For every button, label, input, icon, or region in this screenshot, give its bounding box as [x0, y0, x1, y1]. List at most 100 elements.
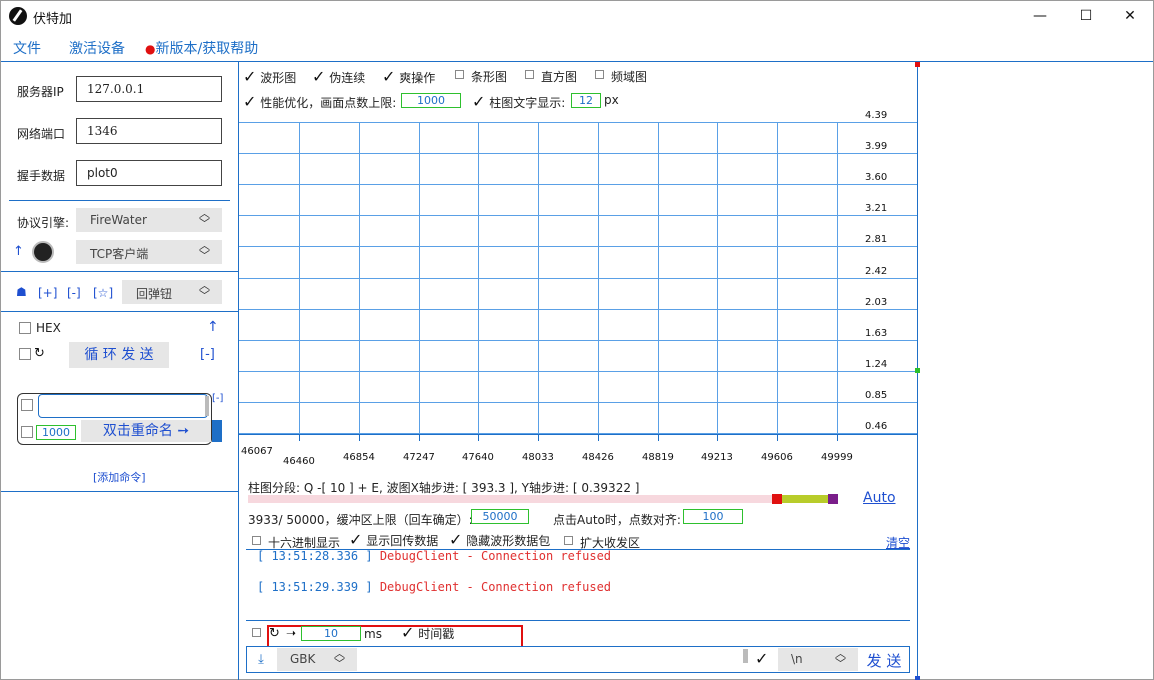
command-scrollbar[interactable] — [205, 396, 209, 416]
checkmark-icon: ✓ — [312, 67, 326, 86]
upload-arrow-icon[interactable]: ↑ — [13, 244, 24, 259]
close-button[interactable]: ✕ — [1107, 1, 1153, 32]
rebound-button-select[interactable]: 回弹钮 ︿ ﹀ — [122, 280, 222, 304]
x-tick-mark — [299, 434, 300, 441]
command-interval-input[interactable]: 1000 — [36, 425, 76, 440]
receive-log[interactable]: [ 13:51:28.336 ] DebugClient - Connectio… — [246, 550, 910, 620]
hex-display-checkbox[interactable] — [252, 536, 261, 545]
resize-handle-bottom[interactable] — [915, 676, 920, 680]
freq-label: 频域图 — [611, 70, 648, 84]
freq-checkbox[interactable] — [595, 70, 604, 79]
loop-icon: ↻ — [269, 626, 280, 641]
chevron-updown-icon: ︿ ﹀ — [835, 647, 846, 670]
y-tick-label: 4.39 — [865, 110, 888, 121]
encoding-select[interactable]: GBK ︿ ﹀ — [277, 648, 357, 671]
align-points-input[interactable]: 100 — [683, 509, 743, 524]
newline-select[interactable]: \n ︿ ﹀ — [778, 648, 858, 671]
x-axis-line — [239, 434, 917, 435]
checkmark-icon: ✓ — [349, 530, 363, 549]
send-interval-input[interactable]: 10 — [301, 626, 361, 641]
menu-activate-device[interactable]: 激活设备 — [69, 38, 125, 58]
bar-text-option[interactable]: ✓ 柱图文字显示: — [472, 92, 565, 111]
timestamp-option[interactable]: ✓ 时间戳 — [401, 623, 454, 642]
waveform-label: 波形图 — [260, 71, 297, 85]
port-input[interactable]: 1346 — [76, 118, 222, 144]
chevron-updown-icon: ︿ ﹀ — [199, 239, 210, 262]
crazy-op-option[interactable]: ✓ 爽操作 — [382, 67, 435, 86]
menu-update-label: 新版本/获取帮助 — [155, 41, 259, 57]
buffer-limit-input[interactable]: 50000 — [471, 509, 529, 524]
remove-bracket-button[interactable]: [-] — [200, 347, 215, 362]
add-command-link[interactable]: [添加命令] — [93, 469, 146, 485]
expand-area-checkbox[interactable] — [564, 536, 573, 545]
minimize-button[interactable]: — — [1017, 1, 1063, 32]
send-loop-checkbox[interactable] — [252, 628, 261, 637]
x-tick-mark — [598, 434, 599, 441]
bar-text-size-input[interactable]: 12 — [571, 93, 601, 108]
pseudo-continuous-option[interactable]: ✓ 伪连续 — [312, 67, 365, 86]
resize-handle-middle[interactable] — [915, 368, 920, 373]
send-text-input[interactable] — [359, 648, 745, 671]
perf-option[interactable]: ✓ 性能优化，画面点数上限: — [243, 92, 396, 111]
download-icon[interactable]: ⤓ — [248, 648, 274, 671]
log-message: DebugClient - Connection refused — [379, 550, 612, 563]
add-command-bracket-button[interactable]: [+] — [38, 286, 57, 300]
hide-wave-packet-option[interactable]: ✓ 隐藏波形数据包 — [449, 530, 550, 549]
bar-text-label: 柱图文字显示: — [489, 96, 566, 110]
checkmark-icon: ✓ — [382, 67, 396, 86]
divider — [246, 620, 910, 621]
range-end-handle[interactable] — [828, 494, 838, 504]
newline-checkbox-checkmark-icon[interactable]: ✓ — [755, 649, 768, 668]
connection-status-icon[interactable] — [32, 241, 54, 263]
x-tick-mark — [658, 434, 659, 441]
x-tick-mark — [717, 434, 718, 441]
command-send-button[interactable]: 双击重命名 ➙ — [81, 420, 211, 442]
favorite-bracket-button[interactable]: [☆] — [93, 286, 113, 300]
encoding-value: GBK — [290, 652, 316, 666]
y-tick-label: 1.63 — [865, 328, 888, 339]
loop-send-button[interactable]: 循 环 发 送 — [69, 342, 169, 368]
grid-vline — [538, 122, 539, 434]
echo-option[interactable]: ✓ 显示回传数据 — [349, 530, 438, 549]
upload-arrow-icon[interactable]: ↑ — [207, 319, 219, 335]
pseudo-continuous-label: 伪连续 — [329, 71, 366, 85]
scroll-range-bar[interactable] — [248, 495, 833, 503]
menu-file[interactable]: 文件 — [13, 38, 41, 58]
maximize-button[interactable]: ☐ — [1063, 1, 1109, 32]
remove-command-bracket-button[interactable]: [-] — [67, 286, 81, 300]
chevron-updown-icon: ︿ ﹀ — [334, 647, 345, 670]
menu-update-help[interactable]: ●新版本/获取帮助 — [145, 38, 258, 58]
auto-button[interactable]: Auto — [863, 490, 896, 506]
range-selection[interactable] — [782, 495, 828, 503]
histogram-checkbox[interactable] — [525, 70, 534, 79]
connection-type-select[interactable]: TCP客户端 ︿ ﹀ — [76, 240, 222, 264]
max-points-input[interactable]: 1000 — [401, 93, 461, 108]
command-text-input[interactable] — [38, 394, 208, 418]
bar-checkbox[interactable] — [455, 70, 464, 79]
y-tick-label: 0.46 — [865, 421, 888, 432]
command-checkbox[interactable] — [21, 399, 33, 411]
hex-checkbox[interactable] — [19, 322, 31, 334]
protocol-select[interactable]: FireWater ︿ ﹀ — [76, 208, 222, 232]
y-tick-label: 1.24 — [865, 359, 888, 370]
server-ip-input[interactable]: 127.0.0.1 — [76, 76, 222, 102]
send-scrollbar[interactable] — [743, 649, 748, 663]
checkmark-icon: ✓ — [472, 92, 486, 111]
menu-divider — [1, 61, 1153, 62]
y-tick-label: 3.21 — [865, 203, 888, 214]
range-start-handle[interactable] — [772, 494, 782, 504]
lock-icon[interactable]: ☗ — [16, 285, 27, 299]
y-tick-label: 2.03 — [865, 297, 888, 308]
x-tick-label: 47247 — [403, 452, 435, 463]
command-loop-checkbox[interactable] — [21, 426, 33, 438]
handshake-input[interactable]: plot0 — [76, 160, 222, 186]
resize-handle-top[interactable] — [915, 62, 920, 67]
x-tick-mark — [359, 434, 360, 441]
grid-hline — [239, 215, 917, 216]
send-button[interactable]: 发 送 — [861, 650, 907, 671]
command-remove-button[interactable]: [-] — [212, 393, 223, 404]
y-tick-label: 2.42 — [865, 266, 888, 277]
grid-vline — [658, 122, 659, 434]
loop-checkbox[interactable] — [19, 348, 31, 360]
waveform-option[interactable]: ✓ 波形图 — [243, 67, 296, 86]
